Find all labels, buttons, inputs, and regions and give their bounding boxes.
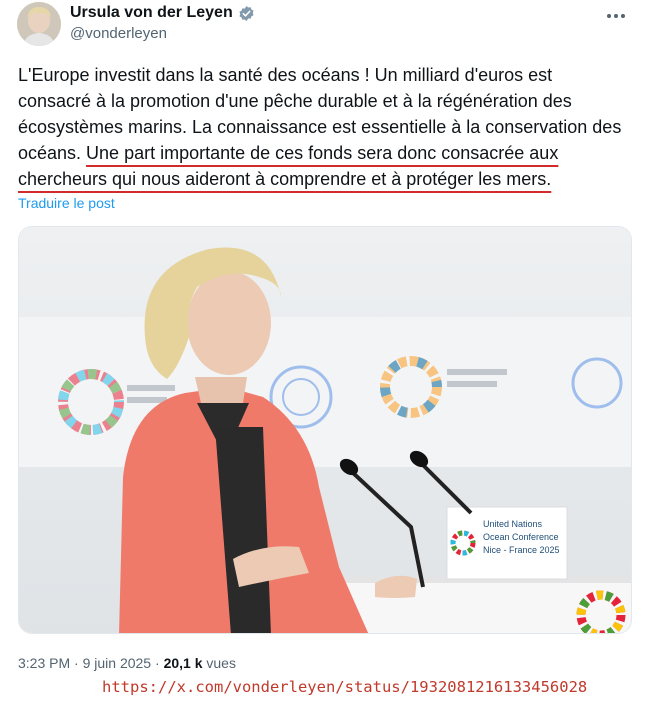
author-info: Ursula von der Leyen @vonderleyen	[70, 4, 255, 42]
sign-line-3: Nice - France 2025	[483, 545, 560, 555]
post-date[interactable]: 9 juin 2025	[83, 655, 152, 671]
tweet-text-highlighted: Une part importante de ces fonds sera do…	[18, 143, 559, 189]
meta-separator: ·	[151, 655, 164, 671]
verified-badge-icon	[238, 5, 255, 22]
tweet-meta: 3:23 PM · 9 juin 2025 · 20,1 k vues	[18, 655, 236, 671]
views-label: vues	[202, 655, 236, 671]
post-time[interactable]: 3:23 PM	[18, 655, 70, 671]
display-name[interactable]: Ursula von der Leyen	[70, 4, 233, 22]
meta-separator: ·	[70, 655, 83, 671]
more-icon[interactable]	[604, 6, 628, 26]
tweet-photo[interactable]: United Nations Ocean Conference Nice - F…	[18, 226, 632, 634]
sign-line-1: United Nations	[483, 519, 543, 529]
sign-line-2: Ocean Conference	[483, 532, 559, 542]
annotation-url: https://x.com/vonderleyen/status/1932081…	[102, 678, 588, 696]
author-handle[interactable]: @vonderleyen	[70, 25, 255, 42]
views-count: 20,1 k	[163, 655, 203, 671]
tweet-header: Ursula von der Leyen @vonderleyen	[14, 0, 636, 50]
avatar[interactable]	[17, 2, 61, 46]
tweet-text: L'Europe investit dans la santé des océa…	[18, 62, 628, 192]
translate-post-link[interactable]: Traduire le post	[18, 195, 115, 211]
